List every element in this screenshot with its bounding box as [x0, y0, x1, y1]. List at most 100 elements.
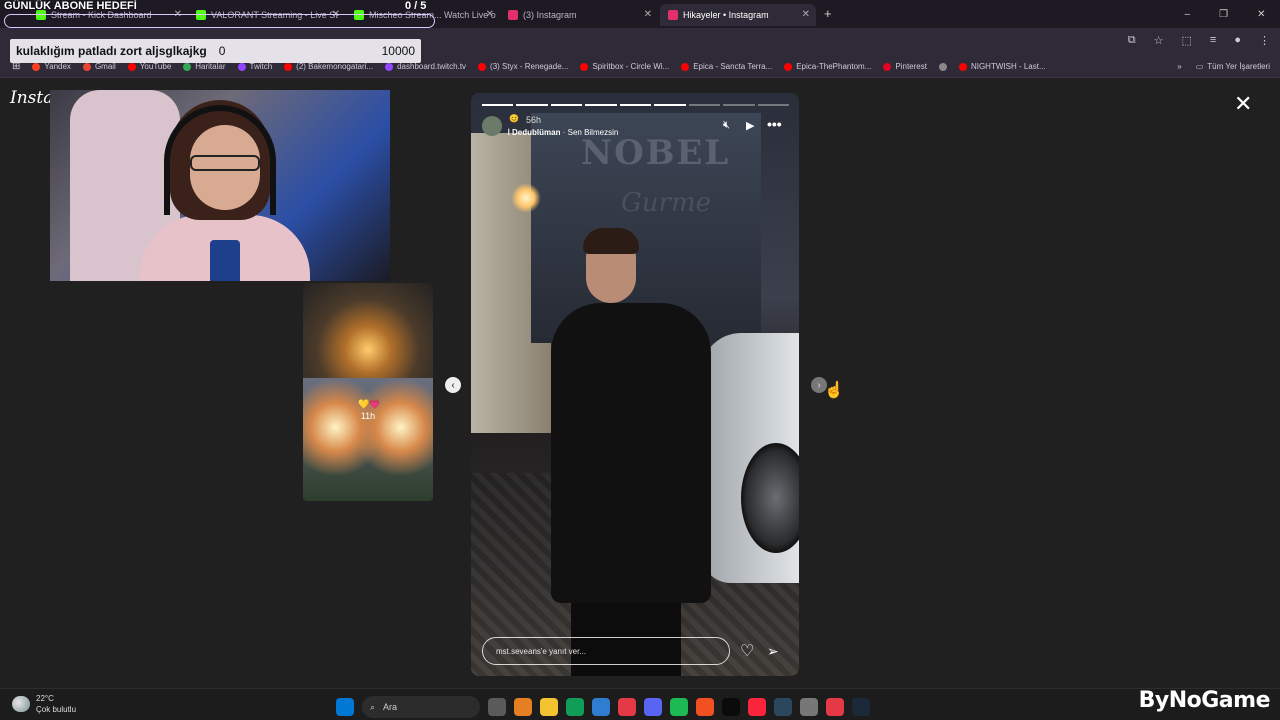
tab-instagram[interactable]: (3) Instagram ✕: [500, 4, 658, 26]
youtube-icon: [284, 62, 293, 71]
sub-goal-panel: kulaklığım patladı zort aljsglkajkg 0 10…: [10, 39, 421, 63]
close-window-button[interactable]: ✕: [1257, 9, 1265, 20]
taskbar-app-icon[interactable]: [696, 698, 714, 716]
taskbar-app-icon[interactable]: [514, 698, 532, 716]
taskbar-app-icon[interactable]: [540, 698, 558, 716]
story-header: 😊 56h 𝄃 Dedublüman · Sen Bilmezsin 🔇︎ ▶ …: [482, 113, 792, 139]
close-tab-icon[interactable]: ✕: [486, 9, 494, 20]
previous-story-preview[interactable]: 💛💗 11h: [303, 283, 433, 501]
restore-button[interactable]: ❐: [1219, 9, 1228, 20]
send-icon[interactable]: ➢: [767, 643, 779, 660]
start-icon[interactable]: [336, 698, 354, 716]
sub-goal-label: kulaklığım patladı zort aljsglkajkg: [16, 44, 207, 58]
bookmark-item[interactable]: [938, 62, 947, 71]
story-progress-segment: [688, 104, 721, 106]
webcam-overlay: [50, 90, 390, 281]
story-user-avatar[interactable]: [482, 116, 502, 136]
story-viewer[interactable]: NOBEL Gurme: [471, 93, 799, 676]
youtube-icon: [580, 62, 589, 71]
story-reply-input[interactable]: [483, 638, 729, 664]
all-bookmarks-button[interactable]: ▭ Tüm Yer İşaretleri: [1196, 62, 1270, 71]
bookmark-item[interactable]: Twitch: [237, 62, 272, 71]
chevron-left-icon: ‹: [451, 379, 455, 391]
story-progress-segment: [654, 104, 686, 106]
bookmark-item[interactable]: Epica-ThePhantom...: [784, 62, 871, 71]
instagram-icon: [508, 10, 518, 20]
window-controls: – ❐ ✕: [1170, 0, 1280, 28]
youtube-icon: [127, 62, 136, 71]
cast-icon[interactable]: ⧉: [1128, 34, 1136, 47]
taskbar-app-icon[interactable]: [566, 698, 584, 716]
taskbar-app-icon[interactable]: [800, 698, 818, 716]
bookmark-item[interactable]: Haritalar: [183, 62, 226, 71]
sub-goal-target: 10000: [381, 44, 415, 58]
bookmark-item[interactable]: Yandex: [32, 62, 71, 71]
menu-icon[interactable]: ⋮: [1259, 34, 1270, 47]
bookmark-item[interactable]: Spiritbox - Circle Wi...: [580, 62, 669, 71]
yandex-icon: [32, 62, 41, 71]
taskbar-app-icon[interactable]: [722, 698, 740, 716]
taskbar-search[interactable]: ⌕ Ara: [362, 696, 480, 718]
hearts-emoji: 💛💗: [358, 399, 381, 409]
bookmark-item[interactable]: dashboard.twitch.tv: [385, 62, 466, 71]
bookmark-item[interactable]: (2) Bakemonogatari...: [284, 62, 373, 71]
cloud-icon: [12, 696, 30, 712]
taskbar-app-icon[interactable]: [852, 698, 870, 716]
tab-hikayeler[interactable]: Hikayeler • Instagram ✕: [660, 4, 816, 26]
story-progress-segment: [550, 104, 583, 106]
taskbar-app-icon[interactable]: [488, 698, 506, 716]
mute-icon[interactable]: 🔇︎: [723, 119, 730, 132]
taskbar-app-icon[interactable]: [826, 698, 844, 716]
story-time: 56h: [526, 115, 542, 125]
bookmark-item[interactable]: Epica - Sancta Terra...: [681, 62, 772, 71]
twitch-icon: [385, 62, 394, 71]
bookmark-item[interactable]: YouTube: [127, 62, 171, 71]
close-tab-icon[interactable]: ✕: [644, 9, 652, 20]
story-progress-bar: [482, 104, 789, 106]
previous-story-button[interactable]: ‹: [445, 377, 461, 393]
taskbar-app-icon[interactable]: [774, 698, 792, 716]
maps-icon: [183, 62, 192, 71]
bookmark-item[interactable]: NIGHTWISH - Last...: [958, 62, 1046, 71]
close-story-button[interactable]: ✕: [1234, 93, 1252, 115]
youtube-icon: [478, 62, 487, 71]
story-progress-segment: [482, 104, 514, 106]
story-preview-time: 11h: [360, 411, 376, 421]
bookmark-item[interactable]: Pinterest: [883, 62, 927, 71]
extensions-icon[interactable]: ⬚: [1182, 34, 1192, 47]
youtube-icon: [784, 62, 793, 71]
story-progress-segment: [516, 104, 548, 106]
taskbar-app-icon[interactable]: [670, 698, 688, 716]
pinterest-icon: [883, 62, 892, 71]
taskbar-app-icon[interactable]: [592, 698, 610, 716]
minimize-button[interactable]: –: [1185, 9, 1191, 20]
weather-widget[interactable]: 22°C Çok bulutlu: [12, 693, 76, 715]
weather-description: Çok bulutlu: [36, 705, 77, 714]
toolbar-icons: ⧉ ☆ ⬚ ≡ ● ⋮: [1128, 34, 1270, 47]
story-progress-segment: [619, 104, 652, 106]
taskbar-app-icon[interactable]: [644, 698, 662, 716]
taskbar-app-icon[interactable]: [748, 698, 766, 716]
folder-icon: ▭: [1195, 62, 1204, 71]
bookmark-item[interactable]: Gmail: [82, 62, 116, 71]
youtube-icon: [958, 62, 967, 71]
bookmarks-more-button[interactable]: »: [1177, 62, 1181, 71]
story-progress-segment: [585, 104, 617, 106]
youtube-icon: [681, 62, 690, 71]
more-options-icon[interactable]: •••: [767, 116, 782, 132]
heart-icon[interactable]: ♡: [740, 641, 754, 661]
search-icon: ⌕: [370, 701, 376, 712]
story-reply-box: [482, 637, 730, 665]
star-icon[interactable]: ☆: [1154, 34, 1164, 47]
media-icon[interactable]: ≡: [1210, 34, 1216, 47]
subscriber-goal-title: GÜNLÜK ABONE HEDEFİ: [4, 0, 137, 12]
taskbar-app-icon[interactable]: [618, 698, 636, 716]
new-tab-button[interactable]: +: [824, 6, 832, 21]
profile-avatar[interactable]: ●: [1234, 34, 1241, 47]
bookmark-item[interactable]: (3) Styx - Renegade...: [478, 62, 568, 71]
story-music[interactable]: 𝄃 Dedublüman · Sen Bilmezsin: [508, 128, 618, 138]
play-icon[interactable]: ▶: [746, 119, 754, 132]
background-sign-script: Gurme: [621, 188, 711, 218]
story-progress-segment: [723, 104, 755, 106]
close-tab-icon[interactable]: ✕: [802, 9, 810, 20]
